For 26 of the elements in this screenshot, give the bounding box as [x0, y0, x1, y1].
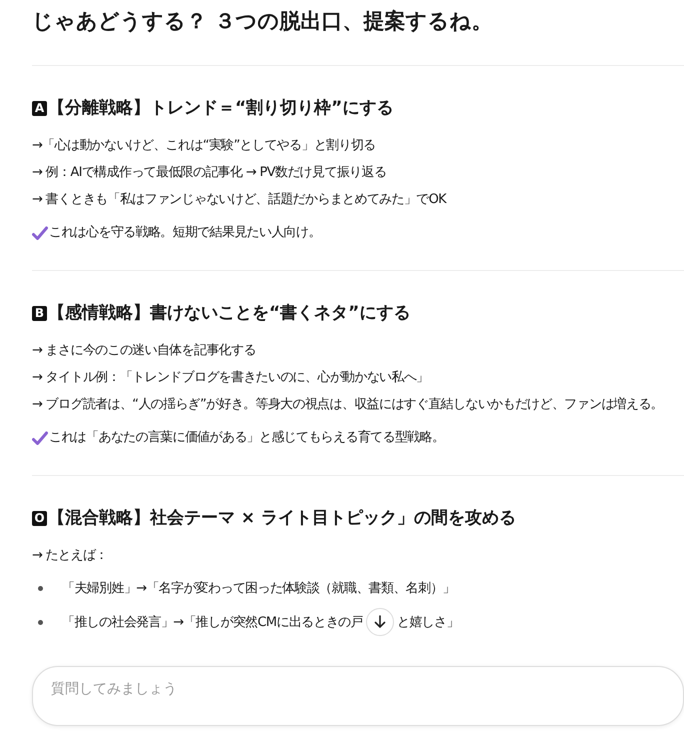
question-input-field[interactable]: 質問してみましょう	[32, 666, 684, 726]
list-item-text: 「推しの社会発言」→「推しが突然CMに出るときの戸	[62, 614, 363, 632]
scroll-down-button[interactable]	[366, 608, 394, 636]
body-text: これは心を守る戦略。短期で結果見たい人向け。	[49, 224, 321, 242]
letter-badge: A	[32, 100, 47, 116]
bullet-dot	[38, 586, 43, 591]
body-text: → ブログ読者は、“人の揺らぎ”が好き。等身大の視点は、収益にはすぐ直結しないかもだけど、ファンは増える。	[32, 396, 664, 414]
list-item-text: 「夫婦別姓」→「名字が変わって困った体験談（就職、書類、名刺）」	[62, 580, 456, 598]
checkmark-icon	[32, 430, 48, 444]
body-text: → たとえば：	[32, 547, 108, 565]
checkmark-icon	[32, 226, 48, 240]
message-headline: じゃあどうする？ ３つの脱出口、提案するね。	[32, 8, 494, 35]
body-text: →「心は動かないけど、これは“実験”としてやる」と割り切る	[32, 137, 376, 155]
letter-badge: O	[32, 510, 47, 526]
body-text: → タイトル例：「トレンドブログを書きたいのに、心が動かない私へ」	[32, 369, 429, 387]
arrow-down-icon	[374, 615, 386, 629]
section-heading: 【分離戦略】トレンド＝“割り切り枠”にする	[48, 97, 394, 120]
body-text: これは「あなたの言葉に価値がある」と感じてもらえる育てる型戦略。	[49, 428, 444, 447]
section-heading: 【混合戦略】社会テーマ × ライト目トピック」の間を攻める	[48, 507, 516, 530]
body-text: → 例：AIで構成作って最低限の記事化 → PV数だけ見て振り返る	[32, 164, 386, 182]
letter-badge: B	[32, 306, 47, 320]
body-text: → 書くときも「私はファンじゃないけど、話題だからまとめてみた」でOK	[32, 191, 446, 209]
list-item-text: と嬉しさ」	[396, 614, 459, 632]
section-heading: 【感情戦略】書けないことを“書くネタ”にする	[48, 302, 410, 325]
bullet-dot	[38, 620, 43, 624]
body-text: → まさに今のこの迷い自体を記事化する	[32, 342, 256, 360]
